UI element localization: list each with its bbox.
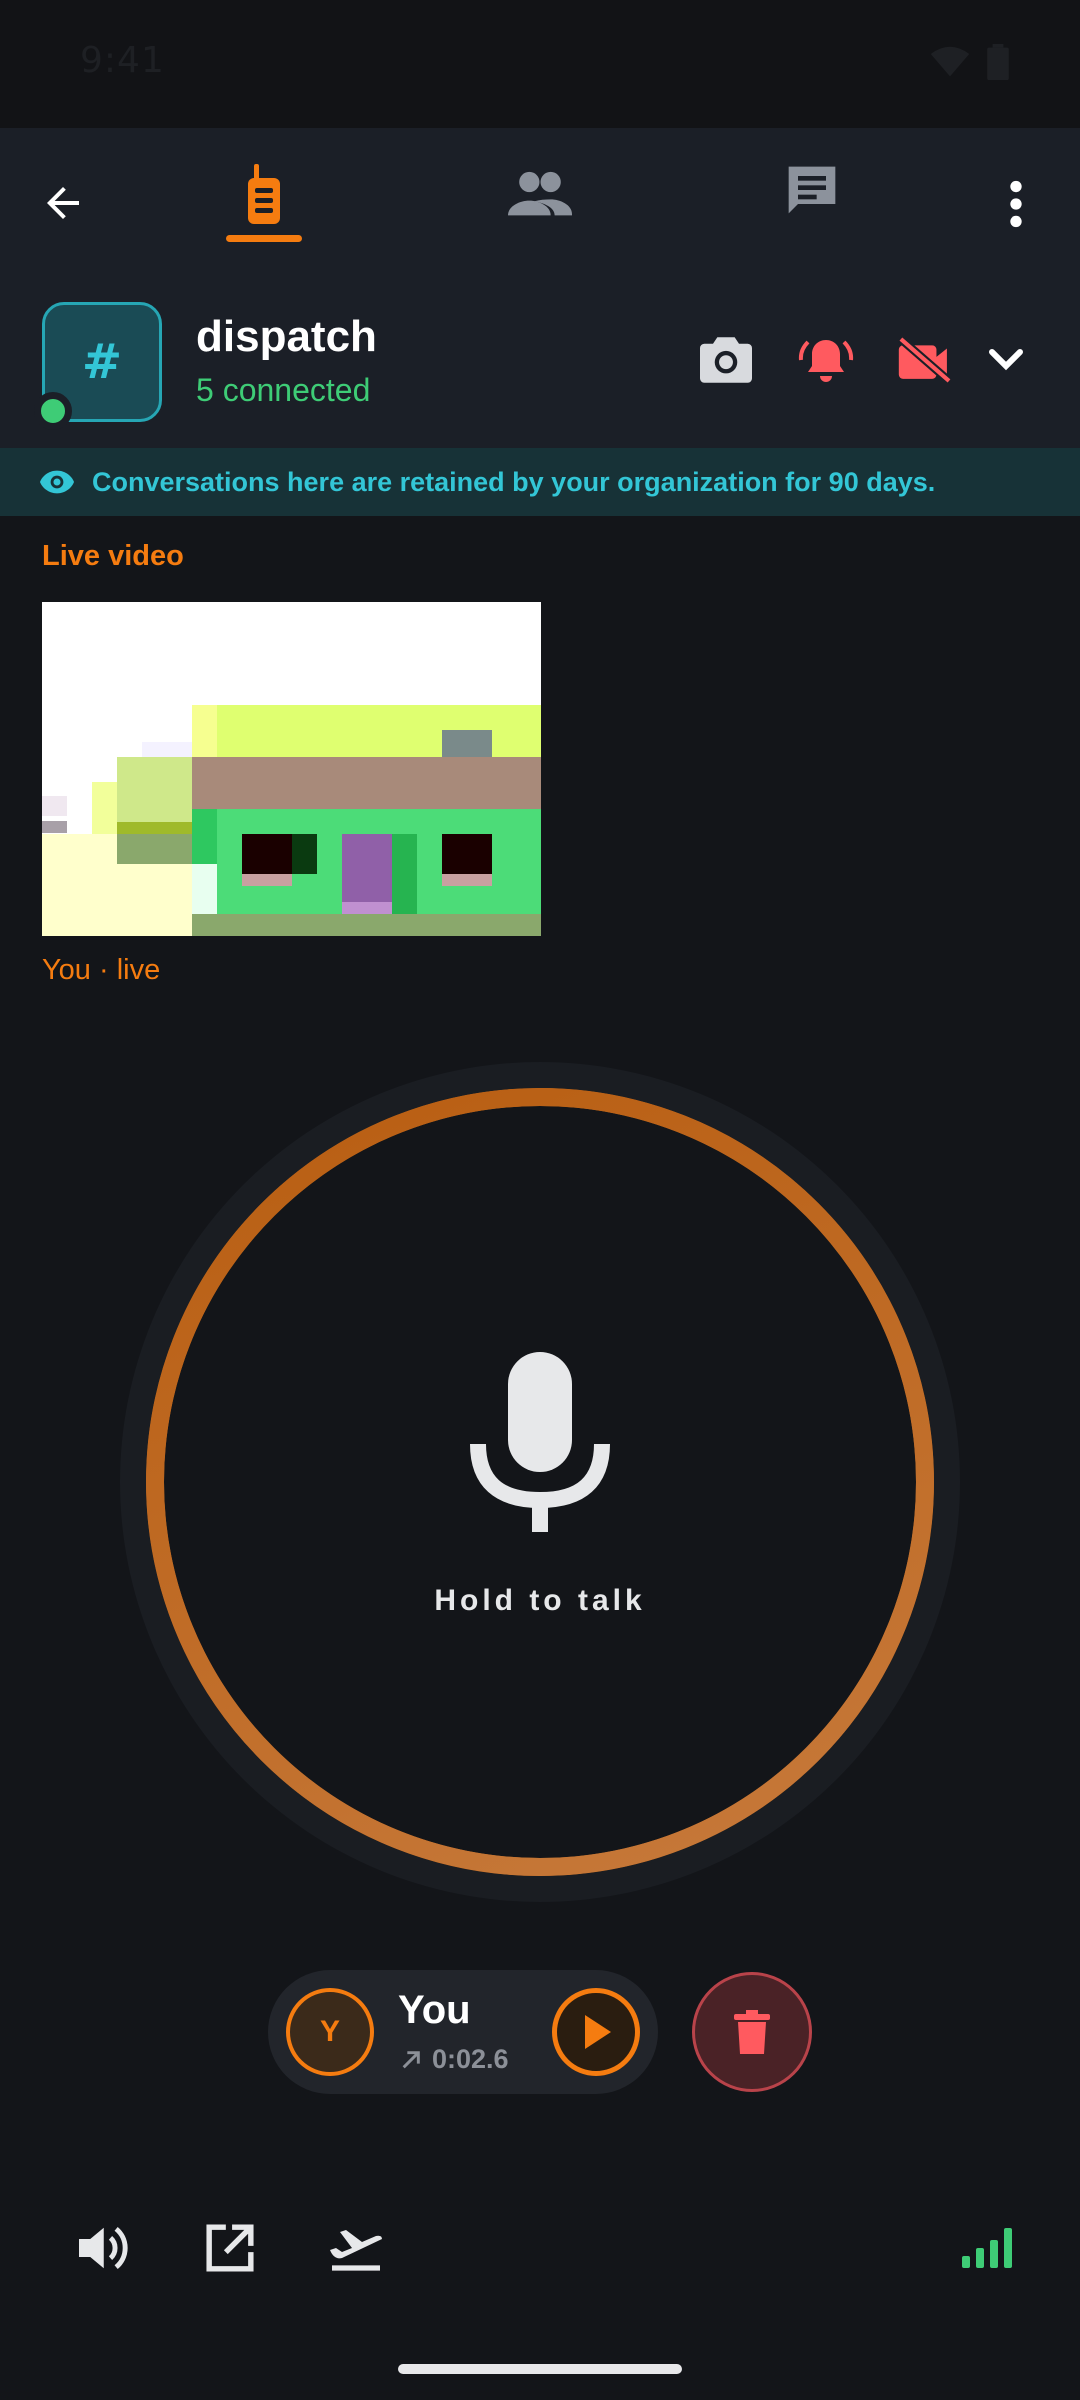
people-icon xyxy=(508,171,572,216)
clip-sender-name: You xyxy=(398,1988,471,2032)
clip-avatar: Y xyxy=(286,1988,374,2076)
signal-bars-icon xyxy=(962,2228,1012,2268)
clip-duration: 0:02.6 xyxy=(432,2044,509,2074)
video-off-icon xyxy=(898,337,952,383)
trash-icon xyxy=(734,2010,770,2054)
back-button[interactable] xyxy=(30,170,96,236)
connected-count: 5 connected xyxy=(196,372,371,408)
hold-to-talk-label: Hold to talk xyxy=(434,1584,646,1617)
channel-header: # dispatch 5 connected xyxy=(0,288,1080,448)
tab-chat[interactable] xyxy=(776,154,848,226)
channel-avatar-glyph: # xyxy=(81,334,123,390)
retention-text: Conversations here are retained by your … xyxy=(92,466,936,497)
alarm-bell-icon xyxy=(798,340,854,382)
tab-members[interactable] xyxy=(500,158,580,230)
walkie-talkie-icon xyxy=(248,164,280,224)
chat-icon xyxy=(788,166,836,214)
more-options-button[interactable] xyxy=(996,168,1036,240)
delete-clip-button[interactable] xyxy=(692,1972,812,2092)
open-in-new-icon xyxy=(206,2224,254,2272)
camera-button[interactable] xyxy=(696,330,756,390)
top-navigation xyxy=(0,128,1080,288)
airplane-mode-button[interactable] xyxy=(326,2218,386,2278)
play-icon xyxy=(585,2015,611,2049)
microphone-icon xyxy=(470,1352,610,1532)
retention-notice: Conversations here are retained by your … xyxy=(0,448,1080,516)
clip-meta: 0:02.6 xyxy=(400,2044,509,2075)
battery-icon xyxy=(987,44,1009,80)
status-time: 9:41 xyxy=(80,40,165,81)
status-bar: 9:41 xyxy=(0,0,1080,128)
wifi-icon xyxy=(930,46,970,77)
alert-button[interactable] xyxy=(796,330,856,390)
eye-icon xyxy=(40,470,74,494)
active-tab-indicator xyxy=(226,235,302,242)
volume-icon xyxy=(79,2226,128,2270)
online-status-dot xyxy=(34,392,72,430)
home-indicator[interactable] xyxy=(398,2364,682,2374)
flight-takeoff-icon xyxy=(330,2230,382,2271)
arrow-left-icon xyxy=(47,187,79,219)
outgoing-arrow-icon xyxy=(402,2050,420,2068)
speaker-button[interactable] xyxy=(76,2218,136,2278)
live-video-label: Live video xyxy=(42,540,184,572)
tab-walkie-talkie[interactable] xyxy=(228,158,300,230)
chevron-down-icon xyxy=(989,349,1023,371)
signal-strength xyxy=(960,2218,1016,2278)
pop-out-button[interactable] xyxy=(200,2218,260,2278)
status-icons xyxy=(930,44,1010,80)
more-vert-icon xyxy=(1010,180,1022,228)
clip-play-button[interactable] xyxy=(552,1988,640,2076)
expand-header-button[interactable] xyxy=(976,330,1036,390)
video-toggle-button[interactable] xyxy=(896,330,956,390)
video-frame-image xyxy=(42,602,541,936)
recorded-clip: Y You 0:02.6 xyxy=(268,1970,658,2094)
live-video-caption: You · live xyxy=(42,954,161,986)
channel-name: dispatch xyxy=(196,312,377,361)
live-video-thumbnail[interactable] xyxy=(42,602,541,936)
camera-icon xyxy=(700,337,752,383)
